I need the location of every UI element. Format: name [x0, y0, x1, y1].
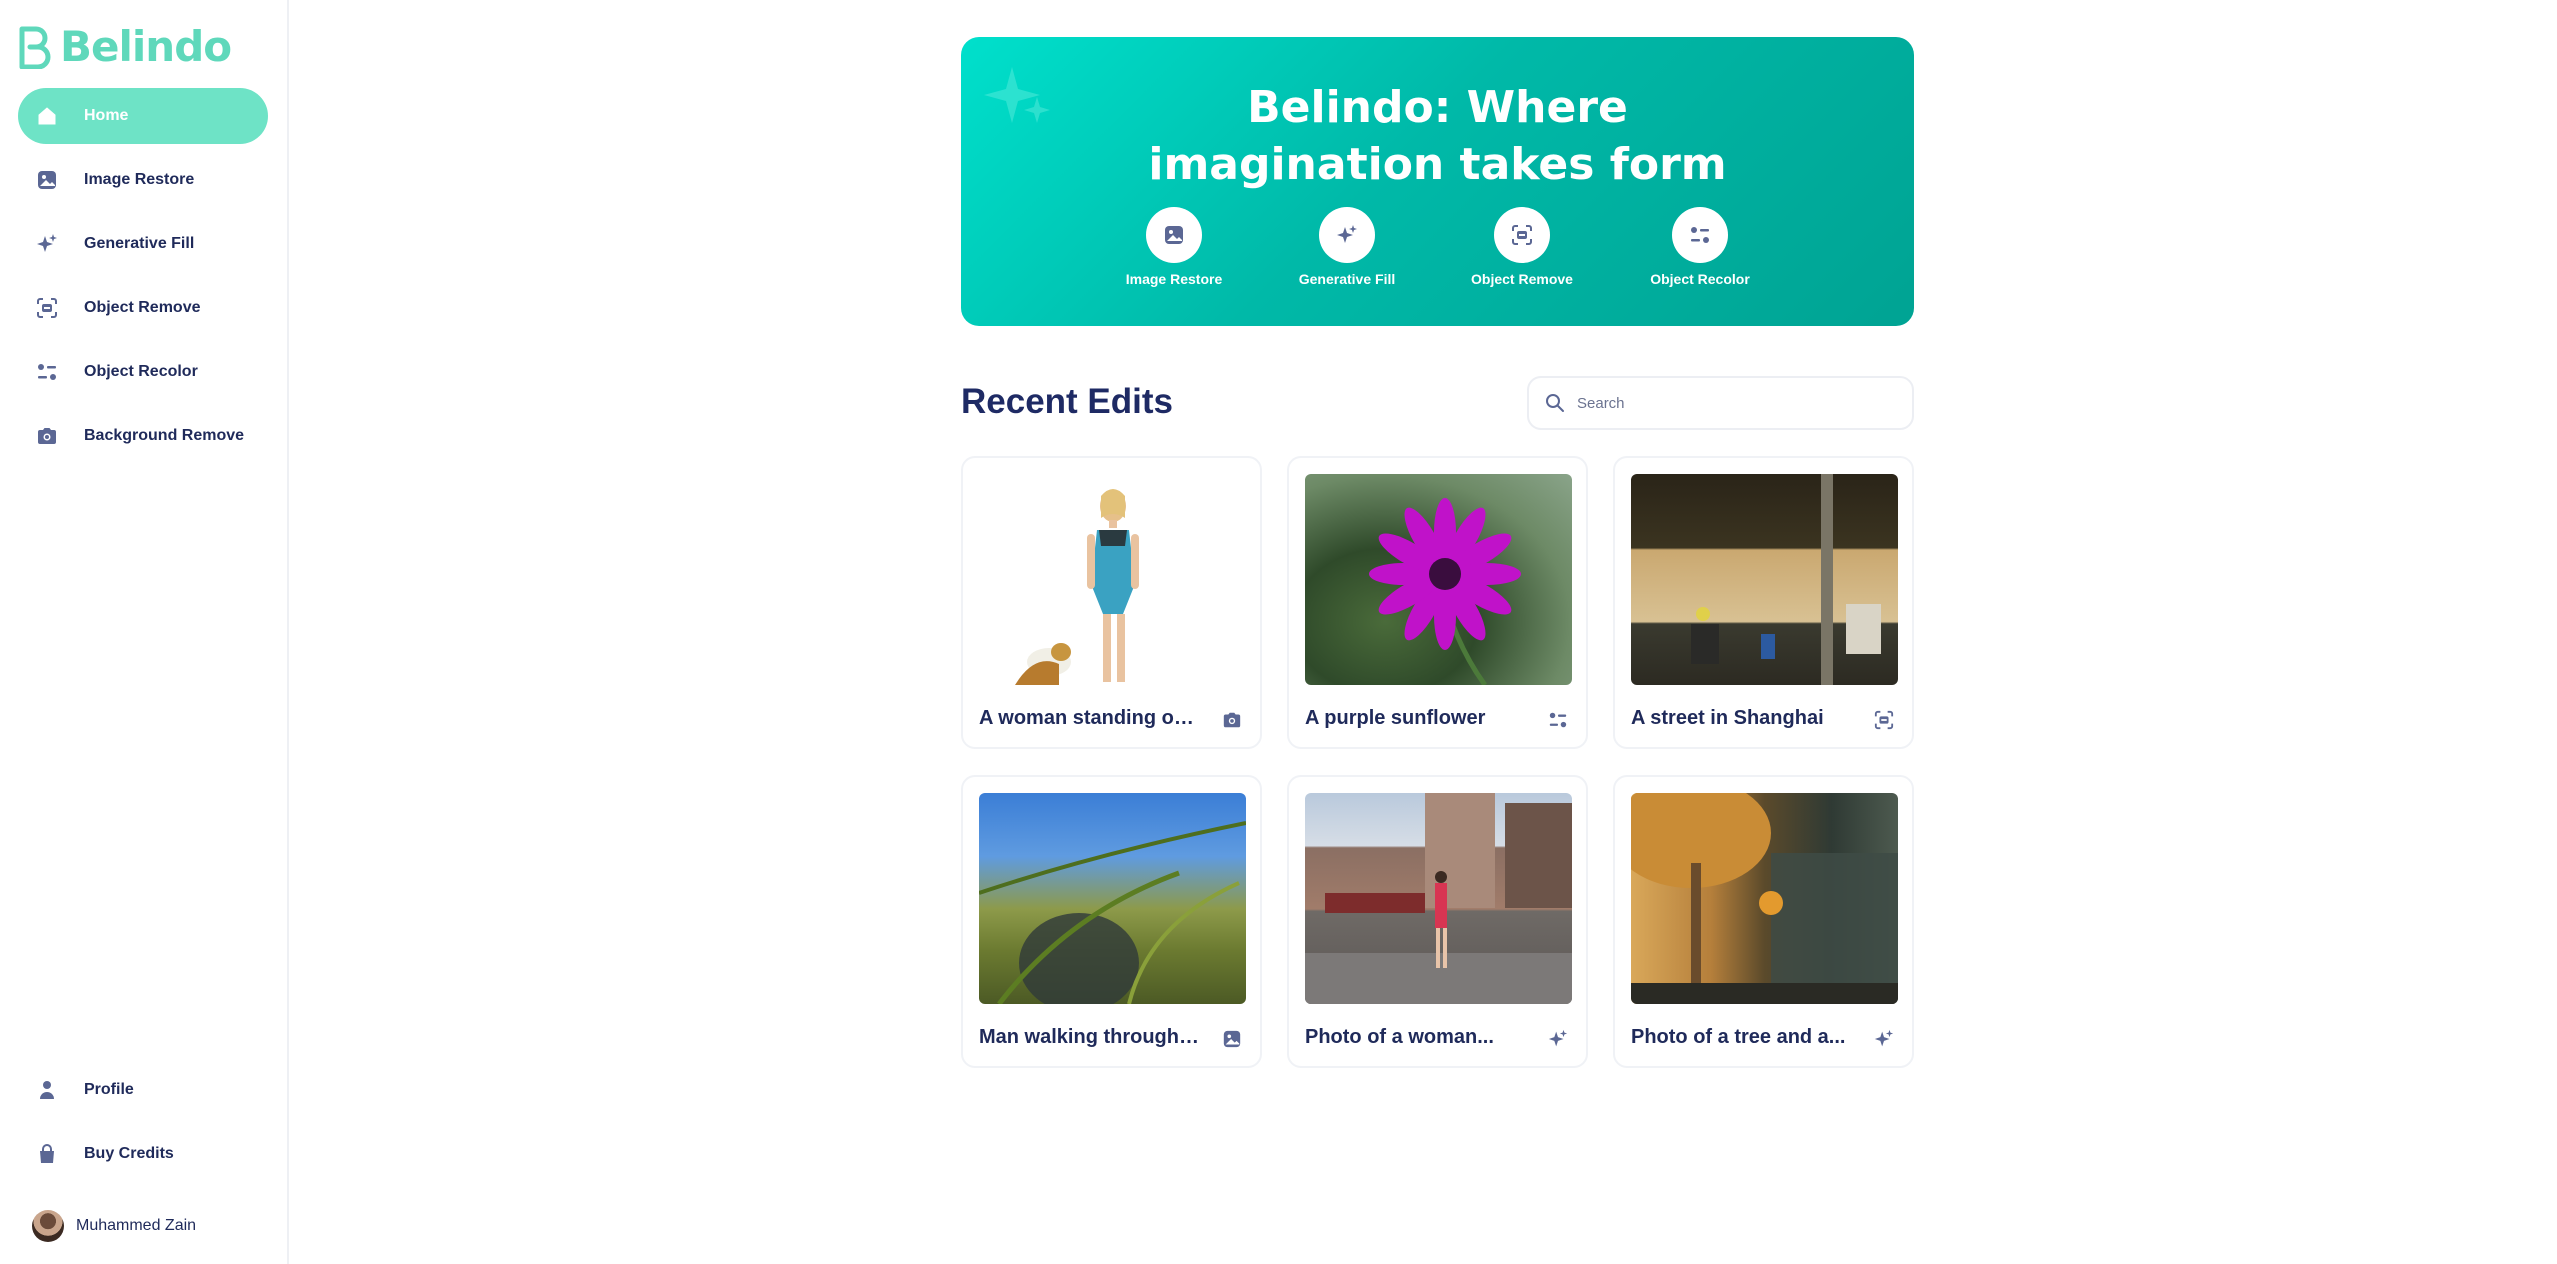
belindo-logo-icon	[19, 26, 51, 69]
sidebar-item-label: Image Restore	[84, 171, 195, 188]
recent-edit-card[interactable]: Photo of a woman...	[1287, 775, 1588, 1068]
home-icon	[34, 103, 60, 129]
image-icon	[1220, 1027, 1244, 1051]
sidebar-item-label: Home	[84, 107, 129, 124]
sidebar-item-object-recolor[interactable]: Object Recolor	[18, 344, 268, 400]
hero-action-object-remove[interactable]: Object Remove	[1447, 207, 1597, 287]
card-title: Photo of a tree and a...	[1631, 1026, 1846, 1048]
bag-icon	[34, 1141, 60, 1167]
search-icon	[1546, 394, 1564, 412]
purple-flower-image	[1369, 498, 1521, 685]
hero-action-label: Object Recolor	[1650, 271, 1750, 287]
sidebar-item-label: Background Remove	[84, 427, 245, 444]
sidebar-item-home[interactable]: Home	[18, 88, 268, 144]
sidebar-item-label: Profile	[84, 1081, 134, 1098]
sparkle-icon	[1546, 1027, 1570, 1051]
recolor-icon	[1691, 227, 1709, 243]
card-title: A woman standing on ...	[979, 707, 1204, 729]
hero-action-circle	[1672, 207, 1728, 263]
tree-bus-stop-image	[1631, 793, 1898, 1004]
shanghai-street-image	[1691, 474, 1881, 685]
sidebar-item-profile[interactable]: Profile	[18, 1062, 268, 1118]
woman-figure-image	[1015, 489, 1139, 685]
sparkle-icon	[34, 231, 60, 257]
recent-edits-title: Recent Edits	[961, 382, 1173, 421]
hero-title-line-1: Belindo: Where	[1247, 82, 1628, 133]
card-thumbnail	[1631, 793, 1898, 1004]
image-icon	[34, 167, 60, 193]
hero-action-circle	[1146, 207, 1202, 263]
recolor-icon	[34, 359, 60, 385]
sidebar-item-buy-credits[interactable]: Buy Credits	[18, 1126, 268, 1182]
user-icon	[34, 1077, 60, 1103]
hero-banner: Belindo: Where imagination takes form Im…	[961, 37, 1914, 326]
recolor-icon	[1546, 708, 1570, 732]
recent-edit-card[interactable]: A street in Shanghai	[1613, 456, 1914, 749]
image-icon	[1165, 226, 1183, 244]
hero-title: Belindo: Where imagination takes form	[961, 79, 1914, 193]
recent-edit-card[interactable]: A woman standing on ...	[961, 456, 1262, 749]
sidebar-item-label: Buy Credits	[84, 1145, 174, 1162]
sidebar-item-label: Object Recolor	[84, 363, 198, 380]
sidebar-bottom-nav: Profile Buy Credits	[18, 1062, 268, 1190]
sidebar-item-generative-fill[interactable]: Generative Fill	[18, 216, 268, 272]
recent-edits-grid: A woman standing on ... A purple sunflow…	[961, 456, 1914, 1068]
card-title: Man walking through t...	[979, 1026, 1204, 1048]
hero-action-object-recolor[interactable]: Object Recolor	[1625, 207, 1775, 287]
card-thumbnail	[1305, 793, 1572, 1004]
avatar	[32, 1210, 64, 1242]
logo[interactable]: Belindo	[18, 22, 232, 71]
grass-man-image	[979, 821, 1246, 1004]
hero-action-label: Generative Fill	[1298, 271, 1396, 287]
user-name: Muhammed Zain	[76, 1217, 197, 1234]
camera-icon	[1220, 708, 1244, 732]
hero-action-label: Object Remove	[1471, 271, 1573, 287]
logo-text: Belindo	[60, 22, 232, 71]
sidebar: Belindo Home Image Restore Generative Fi…	[0, 0, 289, 1264]
hero-action-circle	[1494, 207, 1550, 263]
card-title: A purple sunflower	[1305, 707, 1486, 729]
sidebar-item-label: Object Remove	[84, 299, 201, 316]
hero-action-circle	[1319, 207, 1375, 263]
card-thumbnail	[1305, 474, 1572, 685]
sidebar-item-background-remove[interactable]: Background Remove	[18, 408, 268, 464]
card-thumbnail	[1631, 474, 1898, 685]
scan-icon	[34, 295, 60, 321]
recent-edit-card[interactable]: Man walking through t...	[961, 775, 1262, 1068]
sparkle-icon	[1337, 225, 1357, 243]
sidebar-item-object-remove[interactable]: Object Remove	[18, 280, 268, 336]
card-title: Photo of a woman...	[1305, 1026, 1494, 1048]
user-profile[interactable]: Muhammed Zain	[32, 1210, 196, 1242]
sidebar-item-image-restore[interactable]: Image Restore	[18, 152, 268, 208]
card-title: A street in Shanghai	[1631, 707, 1824, 729]
camera-icon	[34, 423, 60, 449]
recent-edit-card[interactable]: Photo of a tree and a...	[1613, 775, 1914, 1068]
hero-actions: Image Restore Generative Fill Object Rem…	[961, 207, 1914, 307]
sidebar-nav: Home Image Restore Generative Fill Objec…	[18, 88, 268, 472]
recent-edit-card[interactable]: A purple sunflower	[1287, 456, 1588, 749]
sparkle-icon	[1872, 1027, 1896, 1051]
search-box[interactable]	[1527, 376, 1914, 430]
hero-title-line-2: imagination takes form	[1148, 139, 1727, 190]
scan-icon	[1872, 708, 1896, 732]
hero-action-label: Image Restore	[1125, 271, 1223, 287]
hero-action-image-restore[interactable]: Image Restore	[1099, 207, 1249, 287]
search-input[interactable]	[1577, 394, 1877, 412]
scan-icon	[1512, 225, 1532, 245]
hero-action-generative-fill[interactable]: Generative Fill	[1272, 207, 1422, 287]
card-thumbnail	[979, 474, 1246, 685]
card-thumbnail	[979, 793, 1246, 1004]
city-woman-image	[1305, 793, 1572, 1004]
sidebar-item-label: Generative Fill	[84, 235, 195, 252]
